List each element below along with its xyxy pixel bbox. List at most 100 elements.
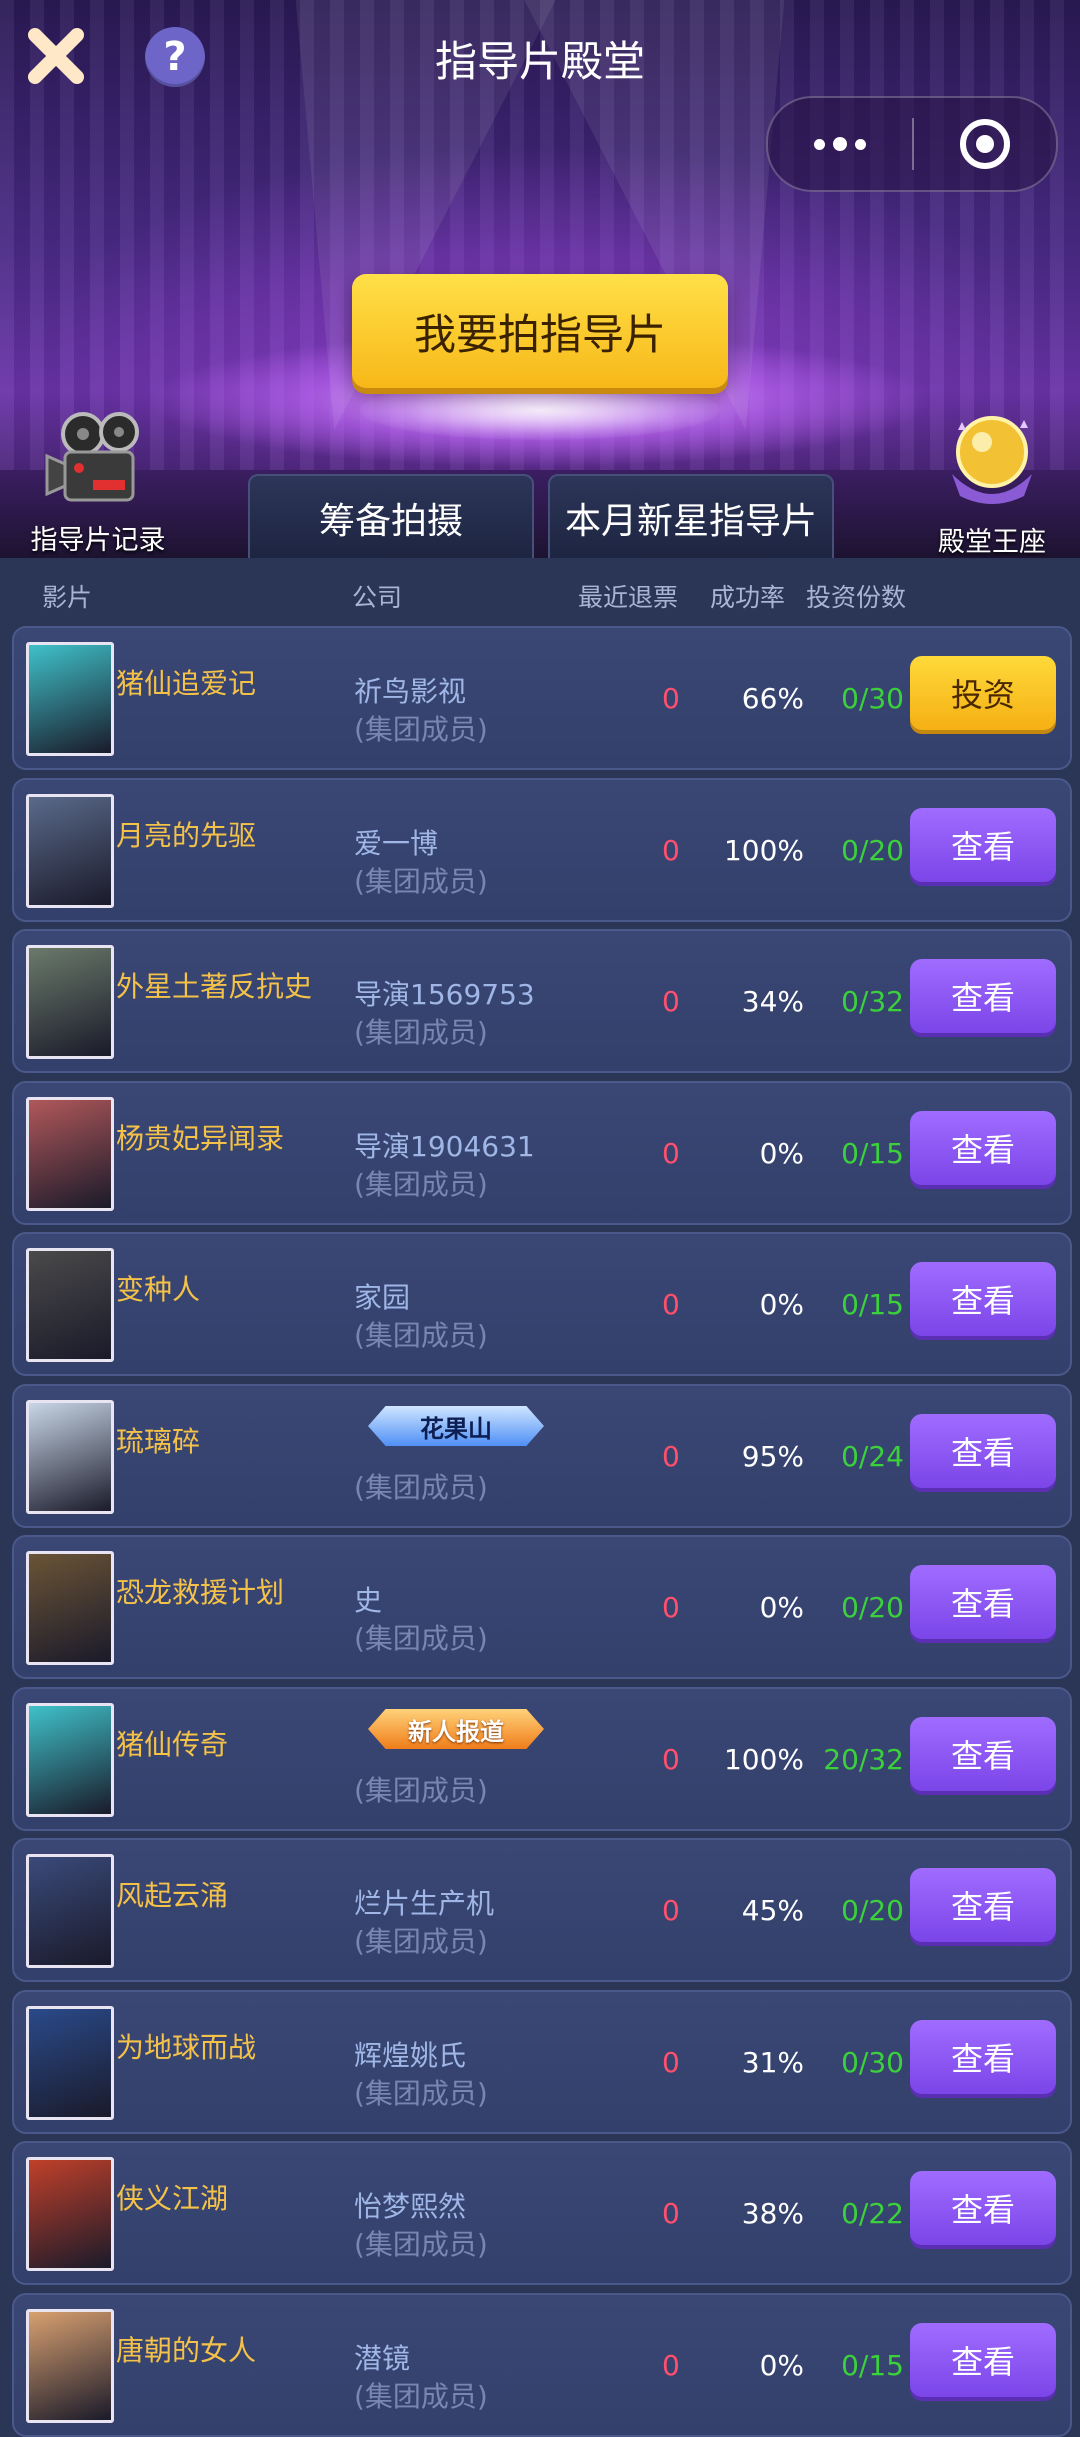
group-member-label: (集团成员)	[354, 1622, 488, 1655]
invest-shares-value: 0/20	[841, 834, 904, 867]
table-row[interactable]: 恐龙救援计划 史 (集团成员) 0 0% 0/20 查看	[12, 1535, 1072, 1679]
company-name[interactable]: 爱一博	[354, 822, 438, 862]
table-row[interactable]: 猪仙追爱记 祈鸟影视 (集团成员) 0 66% 0/30 投资	[12, 626, 1072, 770]
view-button[interactable]: 查看	[910, 2171, 1056, 2245]
film-title[interactable]: 风起云涌	[116, 1874, 228, 1914]
stage-glow	[360, 380, 720, 440]
exit-miniprogram-button[interactable]	[914, 98, 1056, 190]
view-button[interactable]: 查看	[910, 1414, 1056, 1488]
table-row[interactable]: 侠义江湖 怡梦熙然 (集团成员) 0 38% 0/22 查看	[12, 2141, 1072, 2285]
shoot-film-button[interactable]: 我要拍指导片	[352, 274, 728, 388]
film-poster[interactable]	[26, 1097, 114, 1211]
film-poster[interactable]	[26, 1551, 114, 1665]
success-rate-value: 45%	[741, 1894, 804, 1927]
view-button[interactable]: 查看	[910, 2020, 1056, 2094]
view-button[interactable]: 查看	[910, 1868, 1056, 1942]
recent-refund-value: 0	[662, 1440, 680, 1473]
film-poster[interactable]	[26, 1854, 114, 1968]
company-badge[interactable]: 花果山	[368, 1406, 544, 1446]
success-rate-value: 66%	[741, 682, 804, 715]
view-button[interactable]: 查看	[910, 1111, 1056, 1185]
throne-button[interactable]: 殿堂王座	[912, 404, 1072, 558]
success-rate-value: 100%	[723, 834, 804, 867]
table-row[interactable]: 外星土著反抗史 导演1569753 (集团成员) 0 34% 0/32 查看	[12, 929, 1072, 1073]
invest-shares-value: 0/15	[841, 2349, 904, 2382]
company-name[interactable]: 史	[354, 1579, 382, 1619]
film-title[interactable]: 琉璃碎	[116, 1420, 200, 1460]
film-poster[interactable]	[26, 1400, 114, 1514]
throne-orb-icon	[952, 416, 1032, 504]
film-poster[interactable]	[26, 2309, 114, 2423]
tab-monthly-new-star[interactable]: 本月新星指导片	[548, 474, 834, 558]
film-poster[interactable]	[26, 945, 114, 1059]
film-title[interactable]: 唐朝的女人	[116, 2329, 256, 2369]
table-row[interactable]: 杨贵妃异闻录 导演1904631 (集团成员) 0 0% 0/15 查看	[12, 1081, 1072, 1225]
film-poster[interactable]	[26, 642, 114, 756]
company-name[interactable]: 家园	[354, 1276, 410, 1316]
success-rate-value: 34%	[741, 985, 804, 1018]
recent-refund-value: 0	[662, 1743, 680, 1776]
company-name[interactable]: 潜镜	[354, 2337, 410, 2377]
company-name[interactable]: 辉煌姚氏	[354, 2034, 466, 2074]
group-member-label: (集团成员)	[354, 1774, 488, 1807]
invest-shares-value: 0/22	[841, 2197, 904, 2230]
view-button[interactable]: 查看	[910, 808, 1056, 882]
film-poster[interactable]	[26, 2006, 114, 2120]
view-button[interactable]: 查看	[910, 1565, 1056, 1639]
film-title[interactable]: 月亮的先驱	[116, 814, 256, 854]
view-button[interactable]: 查看	[910, 2323, 1056, 2397]
invest-button[interactable]: 投资	[910, 656, 1056, 730]
film-camera-icon	[45, 412, 139, 502]
film-title[interactable]: 外星土著反抗史	[116, 965, 312, 1005]
invest-shares-value: 0/20	[841, 1591, 904, 1624]
recent-refund-value: 0	[662, 1137, 680, 1170]
film-title[interactable]: 恐龙救援计划	[116, 1571, 284, 1611]
table-row[interactable]: 猪仙传奇 新人报道 (集团成员) 0 100% 20/32 查看	[12, 1687, 1072, 1831]
film-poster[interactable]	[26, 2157, 114, 2271]
table-row[interactable]: 变种人 家园 (集团成员) 0 0% 0/15 查看	[12, 1232, 1072, 1376]
company-name[interactable]: 烂片生产机	[354, 1882, 494, 1922]
film-title[interactable]: 猪仙传奇	[116, 1723, 228, 1763]
film-title[interactable]: 猪仙追爱记	[116, 662, 256, 702]
success-rate-value: 100%	[723, 1743, 804, 1776]
film-title[interactable]: 侠义江湖	[116, 2177, 228, 2217]
target-icon	[960, 119, 1010, 169]
company-badge[interactable]: 新人报道	[368, 1709, 544, 1749]
column-company: 公司	[352, 583, 403, 612]
film-poster[interactable]	[26, 1703, 114, 1817]
view-button[interactable]: 查看	[910, 1262, 1056, 1336]
success-rate-value: 31%	[741, 2046, 804, 2079]
film-record-button[interactable]: 指导片记录	[18, 408, 178, 557]
success-rate-value: 0%	[759, 2349, 804, 2382]
film-poster[interactable]	[26, 1248, 114, 1362]
invest-shares-value: 0/30	[841, 2046, 904, 2079]
view-button[interactable]: 查看	[910, 1717, 1056, 1791]
success-rate-value: 0%	[759, 1591, 804, 1624]
film-title[interactable]: 杨贵妃异闻录	[116, 1117, 284, 1157]
column-recent-refund: 最近退票	[578, 583, 679, 612]
recent-refund-value: 0	[662, 1894, 680, 1927]
recent-refund-value: 0	[662, 682, 680, 715]
company-name[interactable]: 祈鸟影视	[354, 670, 466, 710]
table-row[interactable]: 唐朝的女人 潜镜 (集团成员) 0 0% 0/15 查看	[12, 2293, 1072, 2437]
film-title[interactable]: 变种人	[116, 1268, 200, 1308]
film-title[interactable]: 为地球而战	[116, 2026, 256, 2066]
company-name[interactable]: 导演1569753	[354, 973, 535, 1013]
table-row[interactable]: 月亮的先驱 爱一博 (集团成员) 0 100% 0/20 查看	[12, 778, 1072, 922]
company-name[interactable]: 导演1904631	[354, 1125, 535, 1165]
table-row[interactable]: 风起云涌 烂片生产机 (集团成员) 0 45% 0/20 查看	[12, 1838, 1072, 1982]
group-member-label: (集团成员)	[354, 713, 488, 746]
table-row[interactable]: 琉璃碎 花果山 (集团成员) 0 95% 0/24 查看	[12, 1384, 1072, 1528]
view-button[interactable]: 查看	[910, 959, 1056, 1033]
company-name[interactable]: 怡梦熙然	[354, 2185, 466, 2225]
more-button[interactable]	[768, 98, 912, 190]
column-film: 影片	[42, 583, 93, 612]
invest-shares-value: 0/20	[841, 1894, 904, 1927]
throne-label: 殿堂王座	[938, 527, 1046, 558]
film-poster[interactable]	[26, 794, 114, 908]
recent-refund-value: 0	[662, 2046, 680, 2079]
table-row[interactable]: 为地球而战 辉煌姚氏 (集团成员) 0 31% 0/30 查看	[12, 1990, 1072, 2134]
column-success-rate: 成功率	[710, 583, 786, 612]
tab-preparing[interactable]: 筹备拍摄	[248, 474, 534, 558]
recent-refund-value: 0	[662, 985, 680, 1018]
